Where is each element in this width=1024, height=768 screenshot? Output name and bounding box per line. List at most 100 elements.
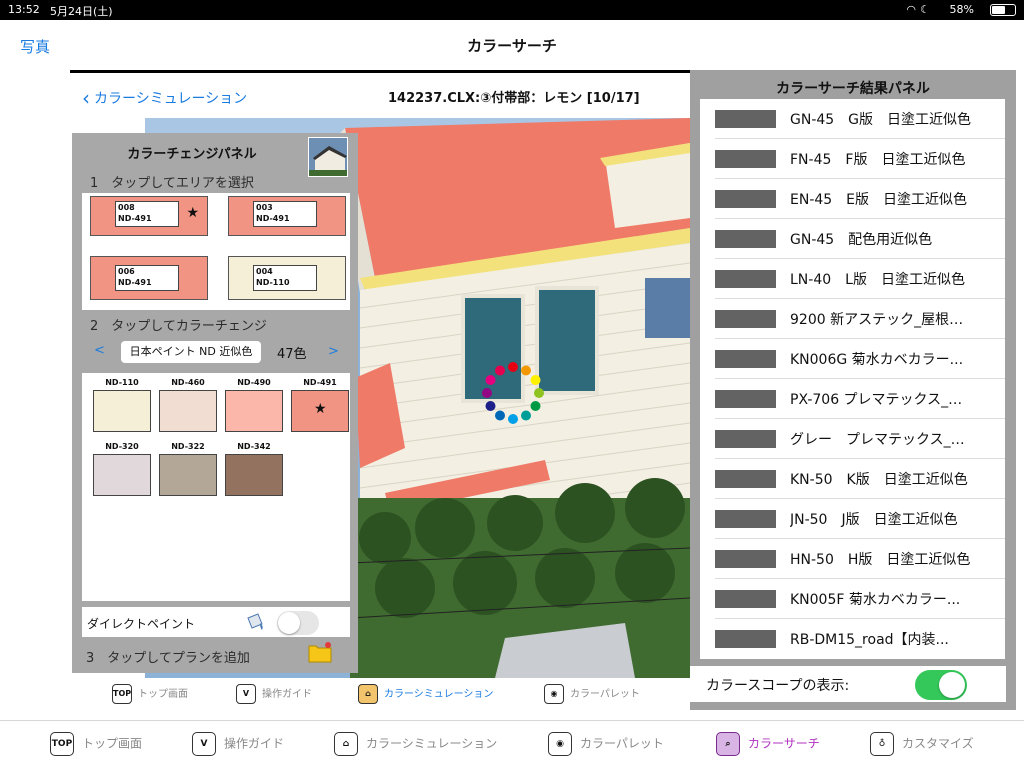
area-label: 008 ND-491	[115, 201, 179, 227]
nav-bar: 写真 カラーサーチ	[0, 20, 1024, 70]
tab-label: カラーパレット	[580, 736, 664, 751]
color-scope-row: カラースコープの表示:	[690, 666, 1006, 702]
swatch-name: ND-460	[171, 378, 205, 387]
result-swatch	[715, 390, 776, 408]
swatch-name: ND-320	[105, 442, 139, 451]
result-item[interactable]: GN-45 配色用近似色	[700, 219, 1005, 259]
result-item[interactable]: GN-45 G版 日塗工近似色	[700, 99, 1005, 139]
paint-bucket-icon	[247, 613, 263, 630]
inner-tab-top[interactable]: TOP トップ画面	[112, 684, 188, 704]
tab-palette[interactable]: ◉ カラーパレット	[548, 732, 664, 756]
tab-guide[interactable]: V 操作ガイド	[192, 732, 284, 756]
result-swatch	[715, 270, 776, 288]
palette-icon: ◉	[548, 732, 572, 756]
swatch-color: ★	[291, 390, 349, 432]
result-label: JN-50 J版 日塗工近似色	[790, 512, 958, 528]
tab-simulation[interactable]: ⌂ カラーシミュレーション	[334, 732, 497, 756]
swatch-color	[225, 390, 283, 432]
area-label: 006 ND-491	[115, 265, 179, 291]
result-item[interactable]: PX-706 プレマテックス_…	[700, 379, 1005, 419]
area-label: 003 ND-491	[253, 201, 317, 227]
toggle-knob	[939, 672, 965, 698]
brand-color-count: 47色	[277, 347, 307, 362]
result-swatch	[715, 430, 776, 448]
area-color-name: ND-491	[118, 214, 152, 223]
inner-tab-palette[interactable]: ◉ カラーパレット	[544, 684, 640, 704]
inner-tab-simulation[interactable]: ⌂ カラーシミュレーション	[358, 684, 493, 704]
result-item[interactable]: KN005F 菊水カベカラー...	[700, 579, 1005, 619]
result-item[interactable]: KN-50 K版 日塗工近似色	[700, 459, 1005, 499]
result-swatch	[715, 310, 776, 328]
inner-tab-bar: TOP トップ画面 V 操作ガイド ⌂ カラーシミュレーション ◉ カラーパレット	[72, 680, 692, 714]
inner-tab-guide[interactable]: V 操作ガイド	[236, 684, 312, 704]
result-item[interactable]: JN-50 J版 日塗工近似色	[700, 499, 1005, 539]
color-swatch[interactable]: ND-320	[93, 442, 151, 496]
brand-prev-button[interactable]: <	[94, 343, 105, 358]
house-icon: ⌂	[358, 684, 378, 704]
tab-customize[interactable]: ♁ カスタマイズ	[870, 732, 974, 756]
result-item[interactable]: HN-50 H版 日塗工近似色	[700, 539, 1005, 579]
top-icon: TOP	[50, 732, 74, 756]
result-item[interactable]: グレー プレマテックス_…	[700, 419, 1005, 459]
area-code: 003	[256, 203, 273, 212]
result-item[interactable]: EN-45 E版 日塗工近似色	[700, 179, 1005, 219]
lightbulb-icon: ♁	[870, 732, 894, 756]
result-item[interactable]: LN-40 L版 日塗工近似色	[700, 259, 1005, 299]
brand-name-button[interactable]: 日本ペイント ND 近似色	[121, 341, 261, 363]
photo-thumbnail[interactable]	[308, 137, 348, 177]
tab-label: カラーシミュレーション	[384, 689, 494, 700]
area-color-name: ND-491	[118, 278, 152, 287]
color-swatch[interactable]: ND-322	[159, 442, 217, 496]
color-swatch[interactable]: ND-491 ★	[291, 378, 349, 432]
result-label: GN-45 配色用近似色	[790, 232, 933, 248]
tab-top[interactable]: TOP トップ画面	[50, 732, 142, 756]
area-color-name: ND-491	[256, 214, 290, 223]
color-swatch[interactable]: ND-460	[159, 378, 217, 432]
star-icon: ★	[314, 401, 327, 417]
tab-label: 操作ガイド	[262, 689, 312, 700]
result-label: LN-40 L版 日塗工近似色	[790, 272, 965, 288]
result-swatch	[715, 150, 776, 168]
panel-title: カラーサーチ結果パネル	[776, 81, 930, 97]
color-scope-toggle[interactable]	[915, 670, 967, 700]
area-swatch[interactable]: 003 ND-491	[228, 196, 346, 236]
result-label: グレー プレマテックス_…	[790, 432, 965, 448]
result-label: RB-DM15_road【内装...	[790, 632, 949, 648]
color-swatch[interactable]: ND-342	[225, 442, 283, 496]
result-item[interactable]: KN006G 菊水カベカラー...	[700, 339, 1005, 379]
battery-percent: 58%	[949, 3, 974, 16]
chevron-left-icon: ‹	[82, 86, 90, 110]
tab-label: トップ画面	[138, 689, 188, 700]
panel-title: カラーチェンジパネル	[127, 147, 257, 162]
color-swatch[interactable]: ND-490	[225, 378, 283, 432]
result-item[interactable]: 9200 新アステック_屋根…	[700, 299, 1005, 339]
status-date: 5月24日(土)	[50, 5, 113, 18]
color-wheel-icon[interactable]	[480, 360, 546, 426]
simulation-back-button[interactable]: ‹ カラーシミュレーション	[82, 86, 247, 110]
top-icon: TOP	[112, 684, 132, 704]
area-swatch[interactable]: 008 ND-491 ★	[90, 196, 208, 236]
result-label: FN-45 F版 日塗工近似色	[790, 152, 966, 168]
result-label: KN-50 K版 日塗工近似色	[790, 472, 968, 488]
result-label: KN005F 菊水カベカラー...	[790, 592, 961, 608]
result-item[interactable]: FN-45 F版 日塗工近似色	[700, 139, 1005, 179]
result-swatch	[715, 550, 776, 568]
toggle-knob	[278, 612, 300, 634]
result-list: GN-45 G版 日塗工近似色 FN-45 F版 日塗工近似色 EN-45 E版…	[700, 99, 1005, 659]
area-swatch[interactable]: 004 ND-110	[228, 256, 346, 300]
step3-add-plan-button[interactable]: 3 タップしてプランを追加	[86, 647, 250, 666]
result-item[interactable]: RB-DM15_road【内装...	[700, 619, 1005, 659]
brand-next-button[interactable]: >	[328, 344, 339, 359]
direct-paint-toggle[interactable]	[277, 611, 319, 635]
color-swatch[interactable]: ND-110	[93, 378, 151, 432]
magnifier-icon: ⌕	[716, 732, 740, 756]
tab-color-search[interactable]: ⌕ カラーサーチ	[716, 732, 820, 756]
folder-icon[interactable]	[308, 641, 332, 663]
direct-paint-row: ダイレクトペイント	[82, 607, 350, 637]
tab-label: カラーシミュレーション	[366, 736, 498, 751]
star-icon: ★	[186, 205, 199, 221]
result-swatch	[715, 350, 776, 368]
swatch-color	[93, 390, 151, 432]
area-swatch[interactable]: 006 ND-491	[90, 256, 208, 300]
wifi-icon: ◠	[906, 3, 916, 16]
